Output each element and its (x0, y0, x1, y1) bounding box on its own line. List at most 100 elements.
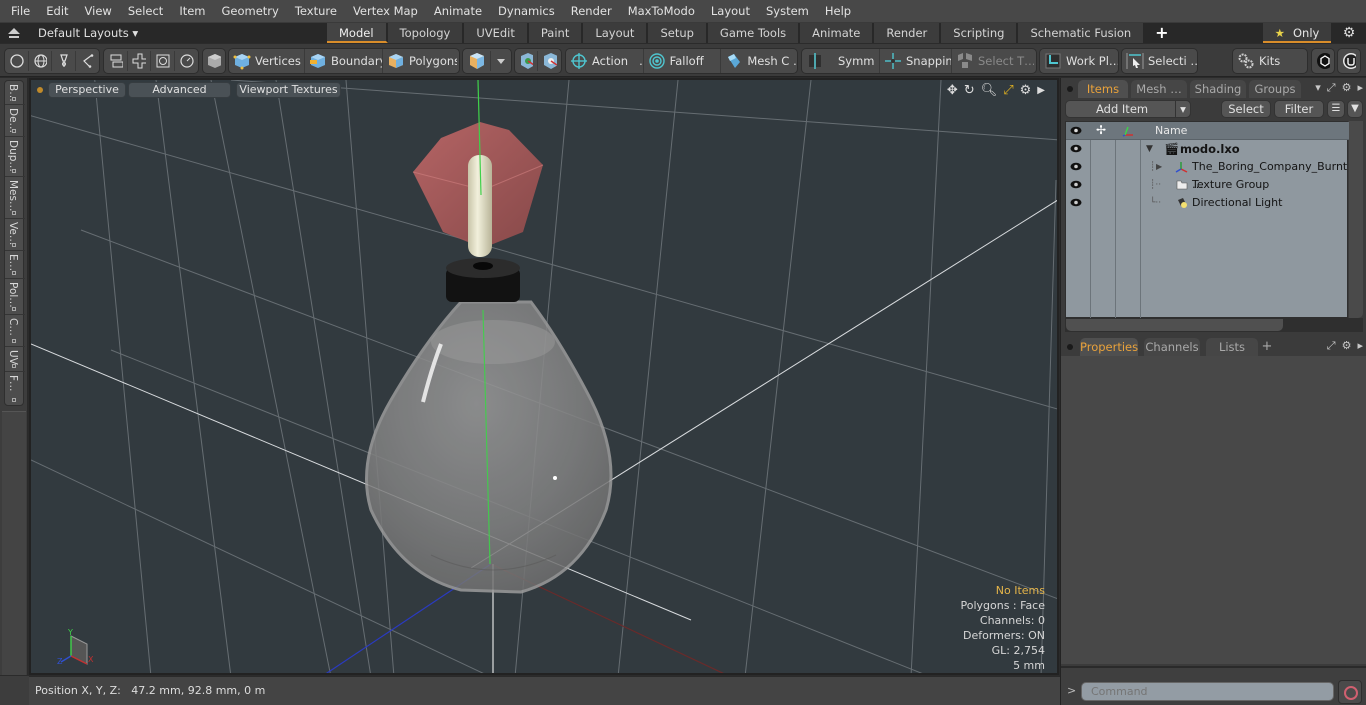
tree-row-modo-lxo[interactable]: ▼ 🎬︎ modo.lxo (1066, 140, 1349, 158)
work-plane-button[interactable]: Work Pl… (1040, 49, 1118, 73)
circle-select-icon[interactable] (5, 51, 29, 71)
align-icon[interactable] (104, 51, 128, 71)
item-tree-horizontal-scrollbar[interactable] (1065, 318, 1363, 332)
tab-model[interactable]: Model (327, 23, 388, 43)
collapse-up-icon[interactable] (7, 26, 21, 40)
panel-arrow-icon[interactable]: ▸ (1357, 81, 1363, 95)
solid-cube-icon[interactable] (203, 51, 225, 71)
vtab-fusion[interactable]: F… (5, 372, 25, 405)
tab-topology[interactable]: Topology (387, 23, 465, 43)
expand-arrow-icon[interactable]: ▶ (1156, 158, 1162, 176)
tab-dropdown-icon[interactable]: ▾ (1315, 81, 1321, 95)
vtab-vertex[interactable]: Ve… (5, 219, 25, 251)
kits-button[interactable]: Kits (1233, 49, 1307, 73)
lasso-path-icon[interactable] (76, 51, 99, 71)
perspective-view-button[interactable]: Perspective (48, 82, 126, 98)
snapping-button[interactable]: Snapping (880, 49, 952, 73)
menu-system[interactable]: System (758, 0, 817, 22)
uv-unwrap-icon[interactable] (128, 51, 152, 71)
layout-settings-gear-icon[interactable]: ⚙ (1338, 23, 1360, 43)
tab-animate[interactable]: Animate (800, 23, 875, 43)
menu-edit[interactable]: Edit (38, 0, 76, 22)
unreal-logo-icon[interactable] (1338, 51, 1360, 71)
menu-view[interactable]: View (77, 0, 120, 22)
falloff-button[interactable]: Falloff (644, 49, 722, 73)
menu-texture[interactable]: Texture (287, 0, 345, 22)
tab-shading[interactable]: Shading (1190, 80, 1246, 98)
panel-expand-icon[interactable]: ⤢ (1327, 81, 1336, 95)
item-mode-dropdown-icon[interactable] (491, 51, 511, 71)
boundary-mode-button[interactable]: Boundary (305, 49, 383, 73)
expand-arrow-icon[interactable]: ▼ (1146, 140, 1153, 158)
pivot-position-icon[interactable] (538, 51, 561, 71)
vtab-mesh-edit[interactable]: Mes… (5, 177, 25, 219)
center-pivot-icon[interactable] (515, 51, 538, 71)
globe-icon[interactable] (29, 51, 53, 71)
vertices-mode-button[interactable]: Vertices (229, 49, 305, 73)
command-record-button[interactable] (1338, 680, 1362, 704)
menu-dynamics[interactable]: Dynamics (490, 0, 563, 22)
panel-dot-icon[interactable] (1067, 86, 1073, 92)
vtab-polygon[interactable]: Pol… (5, 279, 25, 315)
only-button[interactable]: ★ Only (1263, 23, 1331, 43)
pan-icon[interactable]: ✥ (947, 83, 958, 99)
add-layout-tab-button[interactable]: + (1145, 23, 1181, 43)
visibility-eye-icon[interactable] (1070, 162, 1082, 171)
visibility-eye-icon[interactable] (1070, 198, 1082, 207)
menu-file[interactable]: File (3, 0, 38, 22)
zoom-icon[interactable]: 🔍︎ (981, 83, 998, 99)
filter-funnel-icon[interactable]: ▼ (1347, 100, 1363, 118)
frame-icon[interactable] (151, 51, 175, 71)
vtab-edge[interactable]: E… (5, 251, 25, 279)
tab-render[interactable]: Render (874, 23, 942, 43)
item-tree-vertical-scrollbar[interactable] (1349, 121, 1363, 318)
add-item-button[interactable]: Add Item (1065, 100, 1191, 118)
tab-layout[interactable]: Layout (583, 23, 649, 43)
tab-mesh[interactable]: Mesh … (1131, 80, 1187, 98)
name-column-header[interactable]: Name (1155, 124, 1187, 137)
menu-select[interactable]: Select (120, 0, 171, 22)
rotate-icon[interactable]: ↻ (964, 83, 975, 99)
menu-layout[interactable]: Layout (703, 0, 758, 22)
unity-logo-icon[interactable] (1312, 51, 1334, 71)
maximize-icon[interactable]: ⤢ (1003, 83, 1013, 99)
tab-schematic-fusion[interactable]: Schematic Fusion (1018, 23, 1146, 43)
command-input[interactable] (1081, 682, 1334, 701)
scrollbar-thumb[interactable] (1066, 319, 1283, 331)
viewport-gear-icon[interactable]: ⚙ (1020, 83, 1032, 99)
tab-groups[interactable]: Groups (1249, 80, 1301, 98)
pen-tool-icon[interactable] (52, 51, 76, 71)
visibility-eye-icon[interactable] (1070, 144, 1082, 153)
tab-uvedit[interactable]: UVEdit (464, 23, 529, 43)
tree-row-mesh[interactable]: ┊ ▶ The_Boring_Company_Burnt … (1066, 158, 1349, 191)
viewport-menu-arrow-icon[interactable]: ▶ (1037, 83, 1045, 99)
list-options-icon[interactable]: ☰ (1327, 100, 1345, 118)
add-item-dropdown-icon[interactable]: ▾ (1175, 100, 1191, 118)
menu-geometry[interactable]: Geometry (214, 0, 287, 22)
shading-mode-button[interactable]: Advanced (128, 82, 231, 98)
tree-row-directional-light[interactable]: └·· Directional Light (1066, 194, 1349, 212)
select-through-button[interactable]: Select T… (952, 49, 1034, 73)
vtab-deform[interactable]: De… (5, 105, 25, 137)
symmetry-button[interactable]: Symm … (802, 49, 880, 73)
menu-animate[interactable]: Animate (426, 0, 490, 22)
add-panel-tab-button[interactable]: + (1260, 338, 1274, 356)
item-mode-cube-icon[interactable] (463, 51, 491, 71)
panel-gear-icon[interactable]: ⚙ (1342, 81, 1352, 95)
tab-items[interactable]: Items (1078, 80, 1128, 98)
viewport-status-dot[interactable] (37, 87, 43, 93)
tab-channels[interactable]: Channels (1144, 338, 1200, 356)
menu-vertex-map[interactable]: Vertex Map (345, 0, 426, 22)
panel-gear-icon[interactable]: ⚙ (1342, 339, 1352, 353)
mesh-constraint-button[interactable]: Mesh C … (721, 49, 797, 73)
default-layouts-dropdown[interactable]: Default Layouts ▾ (38, 23, 138, 43)
panel-dot-icon[interactable] (1067, 344, 1073, 350)
menu-item[interactable]: Item (171, 0, 213, 22)
tab-properties[interactable]: Properties (1080, 338, 1138, 356)
dial-icon[interactable] (175, 51, 198, 71)
action-center-button[interactable]: Action … (566, 49, 644, 73)
panel-expand-icon[interactable]: ⤢ (1327, 339, 1336, 353)
3d-viewport[interactable]: Y X Z Perspective Advanced Viewport Text… (29, 78, 1059, 675)
panel-arrow-icon[interactable]: ▸ (1357, 339, 1363, 353)
tab-setup[interactable]: Setup (648, 23, 708, 43)
